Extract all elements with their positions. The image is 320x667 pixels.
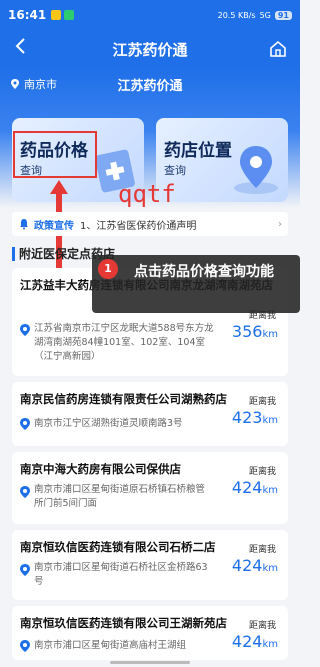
store-item[interactable]: 南京恒玖信医药连锁有限公司石桥二店 南京市浦口区星甸街道石桥社区金桥路63号 距…: [12, 530, 288, 600]
policy-notice[interactable]: 政策宣传 1、江苏省医保药价通声明 ›: [12, 212, 288, 236]
notice-tag: 政策宣传: [34, 220, 74, 232]
watermark-text: qqtf: [118, 180, 176, 208]
store-distance: 356km: [232, 322, 278, 341]
distance-value: 356: [231, 322, 263, 341]
brand-title: 江苏药价通: [117, 78, 183, 94]
app-notification-icon: [51, 10, 62, 20]
store-item[interactable]: 南京民信药房连锁有限责任公司湖熟药店 南京市江宁区湖熟街道灵顺南路3号 距离我 …: [12, 382, 288, 446]
location-pin-icon: [20, 564, 30, 576]
location-pin-icon: [20, 640, 30, 652]
home-indicator: [110, 661, 190, 664]
distance-unit: km: [262, 329, 278, 340]
location-bar: 南京市 江苏药价通: [0, 68, 300, 100]
status-time: 16:41: [8, 8, 47, 22]
store-address: 南京市浦口区星甸街道原石桥镇石桥粮管所门前5间门面: [34, 484, 206, 509]
distance-value: 423: [231, 408, 263, 427]
status-right: 20.5 KB/s 5G 91: [217, 10, 292, 20]
map-pin-icon: [234, 146, 278, 194]
store-distance: 424km: [232, 478, 278, 497]
tutorial-tooltip: 点击药品价格查询功能: [92, 255, 300, 313]
signal-label: 5G: [259, 10, 271, 20]
back-button[interactable]: [14, 36, 26, 60]
distance-label: 距离我: [248, 397, 276, 407]
store-distance: 424km: [232, 632, 278, 651]
store-name: 南京恒玖信医药连锁有限公司王湖新苑店: [20, 616, 227, 630]
distance-unit: km: [262, 639, 278, 650]
pharmacy-location-card[interactable]: 药店位置 查询: [156, 118, 288, 202]
store-distance: 424km: [232, 556, 278, 575]
distance-value: 424: [231, 556, 263, 575]
status-bar: 16:41 20.5 KB/s 5G 91: [0, 0, 300, 30]
store-item[interactable]: 南京恒玖信医药连锁有限公司王湖新苑店 南京市浦口区星甸街道高庙村王湖组 距离我 …: [12, 606, 288, 660]
battery-indicator: 91: [274, 10, 292, 20]
home-button[interactable]: [268, 39, 288, 59]
store-distance: 423km: [232, 408, 278, 427]
store-name: 南京中海大药房有限公司保供店: [20, 462, 181, 476]
notification-icons: [51, 10, 75, 20]
distance-label: 距离我: [248, 545, 276, 555]
location-pin-icon: [20, 486, 30, 498]
store-address: 南京市浦口区星甸街道高庙村王湖组: [34, 640, 187, 651]
step-badge: 1: [98, 259, 118, 279]
location-pin-icon: [20, 324, 30, 336]
distance-unit: km: [262, 415, 278, 426]
store-address: 南京市浦口区星甸街道石桥社区金桥路63号: [34, 562, 208, 587]
location-pin-icon: [20, 418, 30, 430]
store-name: 南京民信药房连锁有限责任公司湖熟药店: [20, 392, 227, 406]
notice-text: 1、江苏省医保药价通声明: [80, 220, 197, 232]
distance-value: 424: [231, 632, 263, 651]
page-title: 江苏药价通: [112, 40, 188, 59]
store-address: 南京市江宁区湖熟街道灵顺南路3号: [34, 418, 183, 429]
distance-label: 距离我: [248, 621, 276, 631]
pharmacy-location-title: 药店位置: [164, 141, 232, 161]
distance-value: 424: [231, 478, 263, 497]
nav-bar: 江苏药价通: [0, 30, 300, 68]
pharmacy-location-sub: 查询: [164, 164, 186, 177]
store-item[interactable]: 南京中海大药房有限公司保供店 南京市浦口区星甸街道原石桥镇石桥粮管所门前5间门面…: [12, 452, 288, 524]
distance-unit: km: [262, 563, 278, 574]
highlight-box: [13, 131, 97, 178]
home-icon: [270, 40, 286, 57]
distance-unit: km: [262, 485, 278, 496]
distance-label: 距离我: [248, 467, 276, 477]
chevron-right-icon: ›: [278, 218, 282, 230]
net-speed: 20.5 KB/s: [217, 10, 256, 20]
wechat-notification-icon: [64, 10, 75, 20]
chevron-left-icon: [15, 38, 25, 54]
tooltip-text: 点击药品价格查询功能: [134, 264, 274, 280]
store-name: 南京恒玖信医药连锁有限公司石桥二店: [20, 540, 216, 554]
store-address: 江苏省南京市江宁区龙眠大道588号东方龙湖湾南湖苑84幢101室、102室、10…: [34, 323, 214, 362]
bell-icon: [20, 219, 28, 230]
